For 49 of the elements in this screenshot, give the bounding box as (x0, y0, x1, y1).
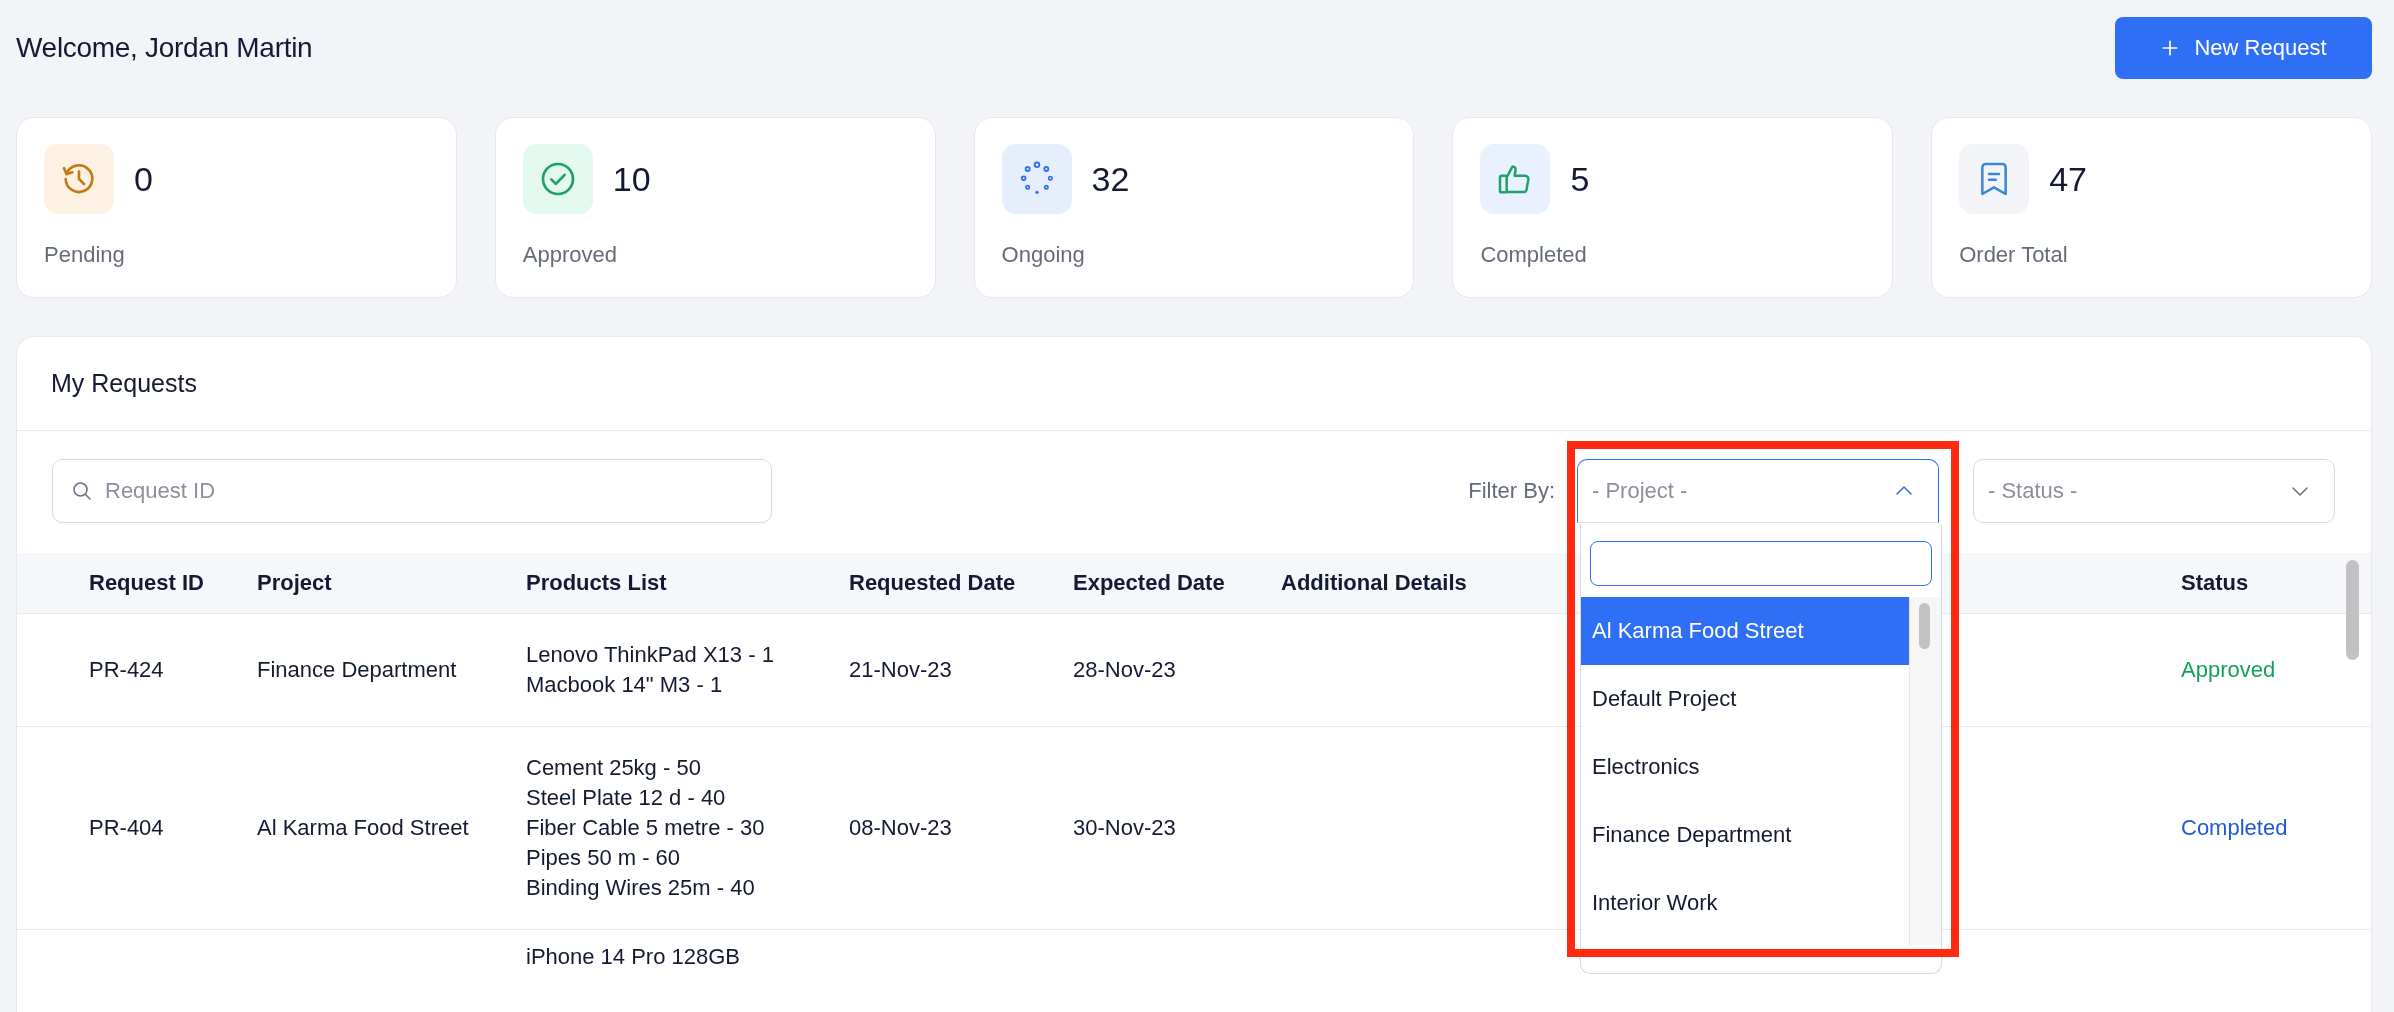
product-line: Macbook 14" M3 - 1 (526, 671, 724, 699)
product-line: Pipes 50 m - 60 (526, 844, 682, 872)
product-line: Cement 25kg - 50 (526, 754, 702, 782)
stat-count: 32 (1091, 159, 1130, 199)
column-header: Products List (526, 570, 668, 596)
dropdown-search-field[interactable] (1590, 541, 1932, 586)
search-icon (70, 479, 94, 503)
stat-count: 47 (2049, 159, 2087, 199)
filter-label: Filter By: (1468, 478, 1555, 504)
search-field[interactable]: Request ID (52, 459, 772, 523)
table-cell-text: 28-Nov-23 (1073, 656, 1177, 684)
status-text: Approved (2181, 656, 2277, 684)
dropdown-option[interactable]: Electronics (1581, 733, 1909, 801)
product-line: Binding Wires 25m - 40 (526, 874, 756, 902)
table-cell-text: 21-Nov-23 (849, 656, 953, 684)
new-request-button[interactable]: New Request (2115, 17, 2372, 79)
column-header: Status (2181, 570, 2250, 596)
product-line: iPhone 14 Pro 128GB (526, 943, 742, 971)
welcome-title: Welcome, Jordan Martin (16, 32, 313, 64)
stat-label: Approved (522, 242, 618, 268)
dropdown-option[interactable]: Interior Work (1581, 869, 1909, 937)
panel-title: My Requests (51, 369, 197, 398)
dropdown-option[interactable]: Al Karma Food Street (1581, 597, 1909, 665)
stat-label: Ongoing (1001, 242, 1086, 268)
table-cell-text: 08-Nov-23 (849, 814, 953, 842)
column-header: Additional Details (1281, 570, 1468, 596)
dropdown-option[interactable]: Finance Department (1581, 801, 1909, 869)
product-line: Lenovo ThinkPad X13 - 1 (526, 641, 775, 669)
product-line: Fiber Cable 5 metre - 30 (526, 814, 766, 842)
stat-count: 5 (1570, 159, 1590, 199)
dropdown-option[interactable]: Default Project (1581, 665, 1909, 733)
stat-count: 0 (134, 159, 153, 199)
stat-label: Completed (1480, 242, 1588, 268)
stat-count: 10 (612, 159, 651, 199)
column-header: Requested Date (849, 570, 1017, 596)
table-cell-text: Al Karma Food Street (257, 814, 470, 842)
status-text: Completed (2181, 814, 2289, 842)
stat-label: Order Total (1959, 242, 2069, 268)
column-header: Expected Date (1073, 570, 1226, 596)
table-cell-text: 30-Nov-23 (1073, 814, 1177, 842)
table-cell-text: Finance Department (257, 656, 458, 684)
column-header: Request ID (89, 570, 205, 596)
table-cell-text: PR-424 (89, 656, 165, 684)
stat-label: Pending (44, 242, 126, 268)
column-header: Project (257, 570, 333, 596)
scrollbar-thumb[interactable] (1919, 603, 1930, 649)
table-cell-text: PR-404 (89, 814, 165, 842)
scrollbar-thumb[interactable] (2346, 560, 2359, 660)
product-line: Steel Plate 12 d - 40 (526, 784, 727, 812)
